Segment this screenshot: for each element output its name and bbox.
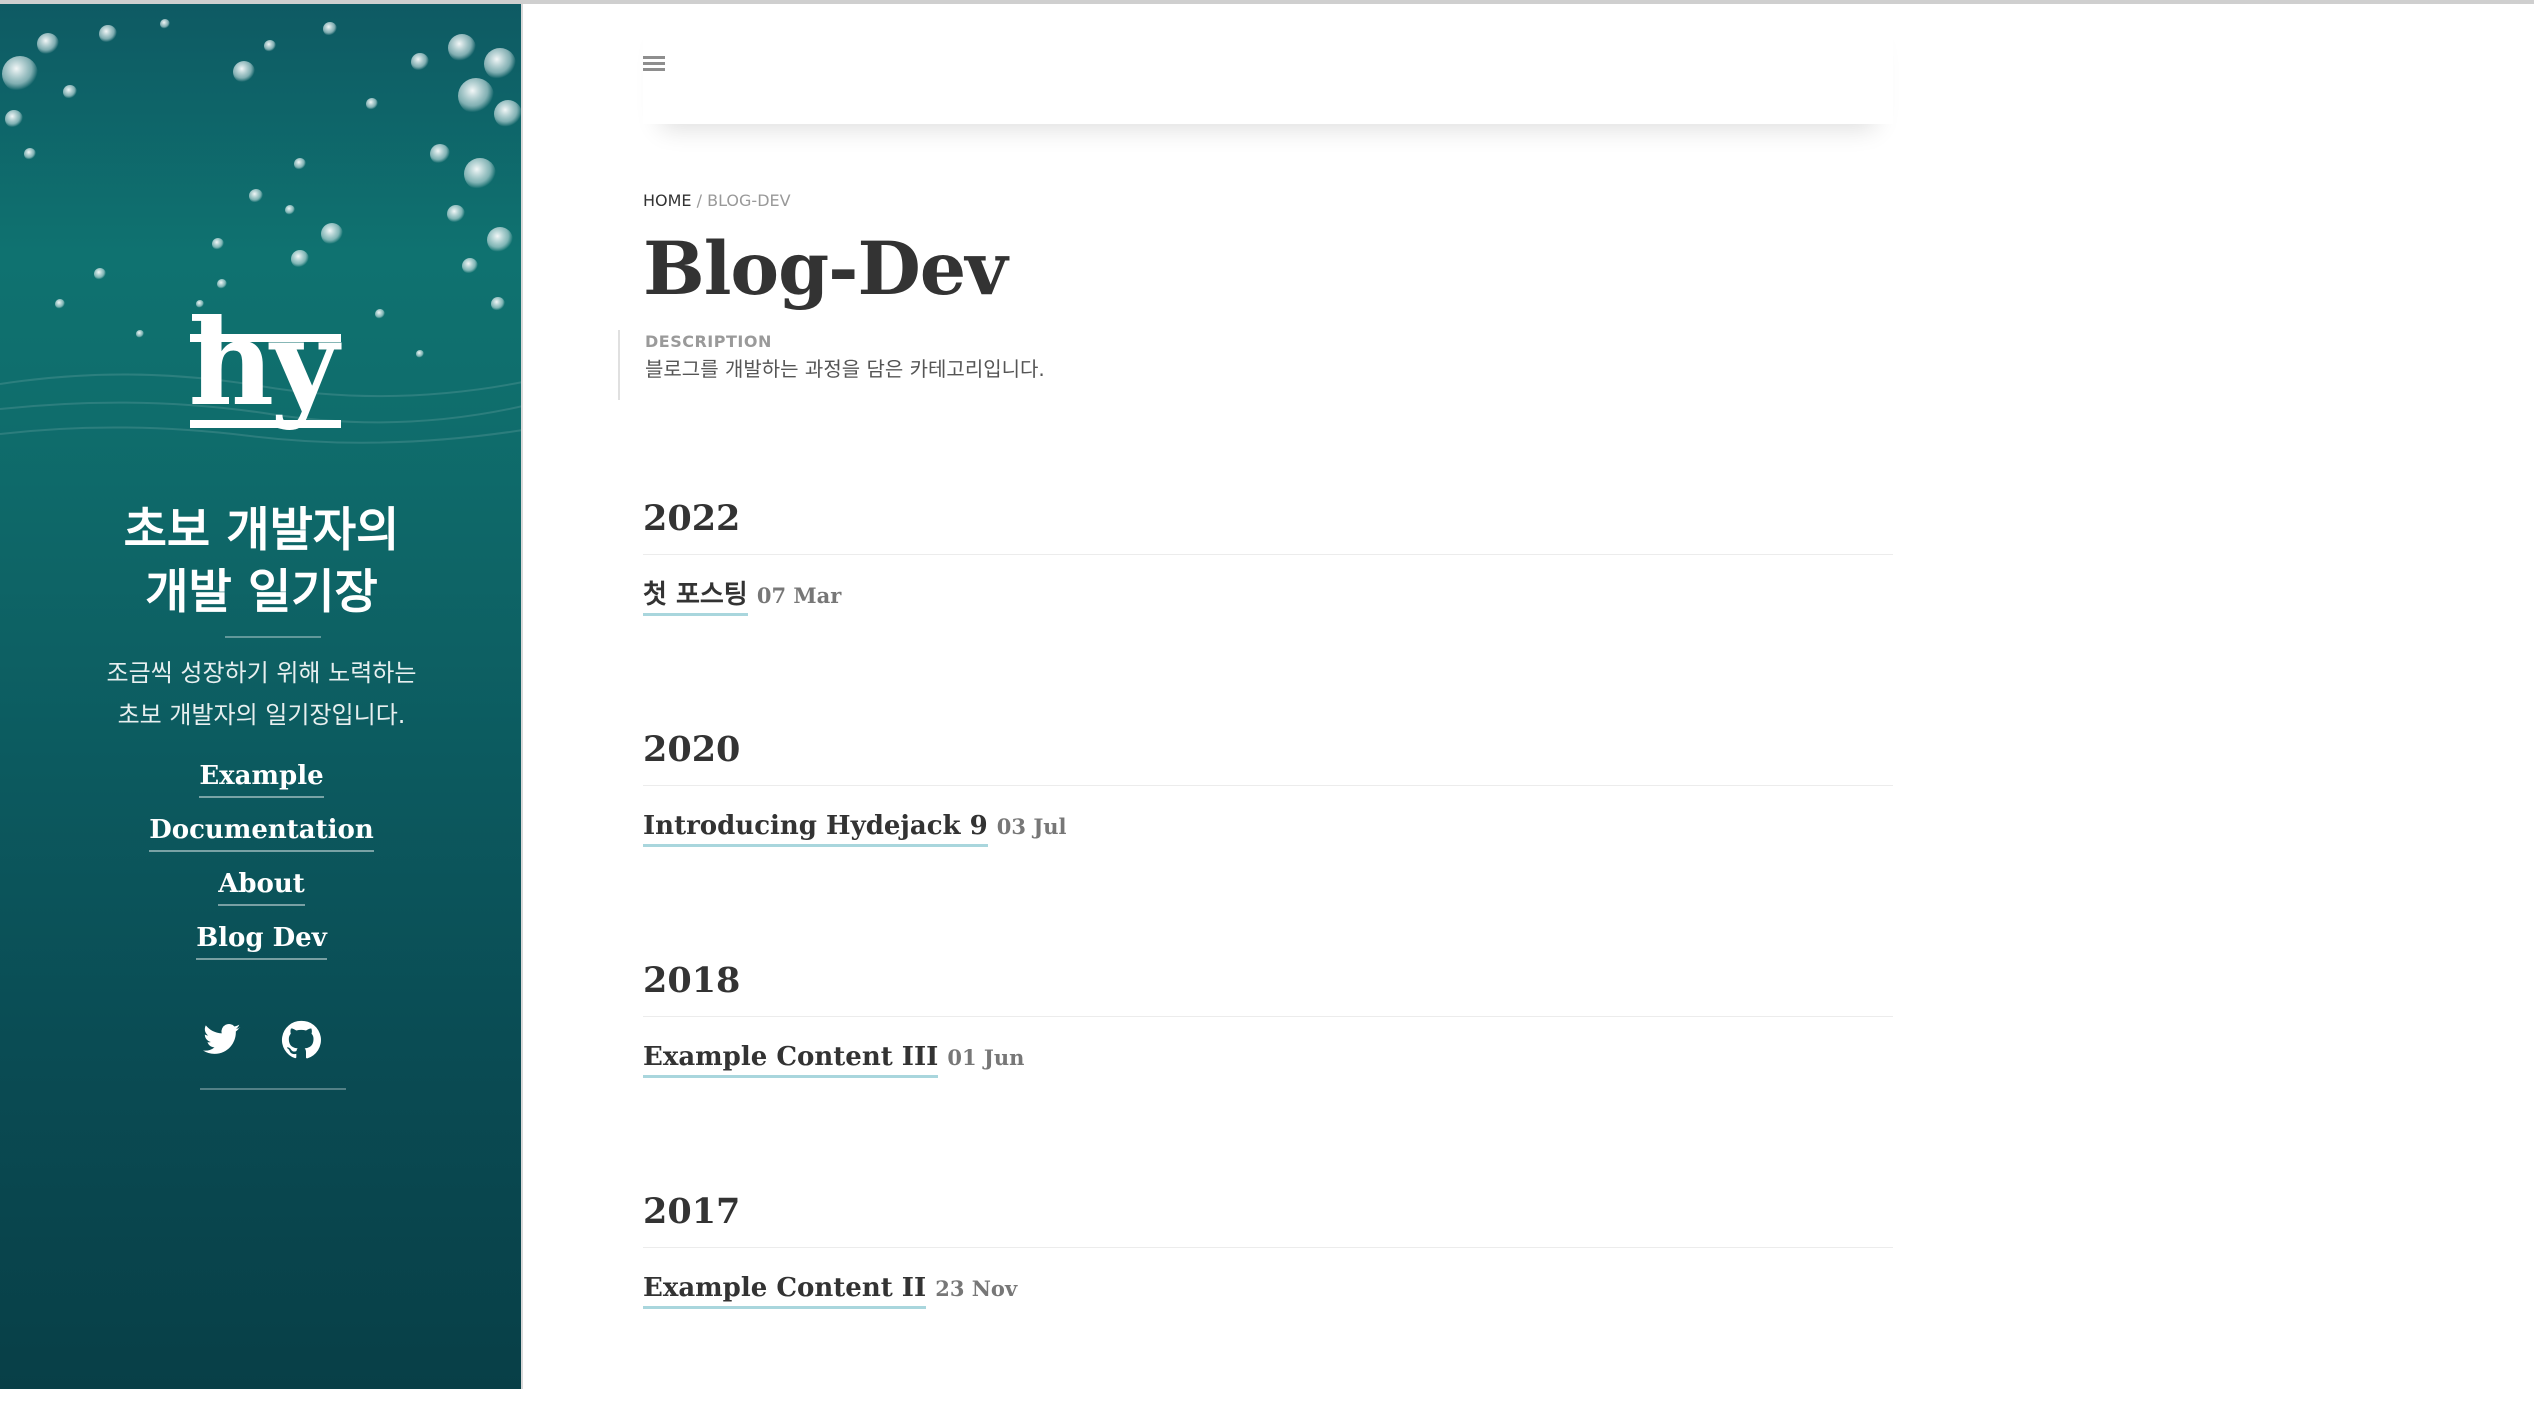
page-title: Blog-Dev <box>643 226 1008 312</box>
post-link[interactable]: Example Content III <box>643 1039 939 1078</box>
sidebar-nav-item: Blog Dev <box>0 918 523 972</box>
browser-page: hy 초보 개발자의 개발 일기장 조금씩 성장하기 위해 노력하는 초보 개발… <box>0 0 2534 1389</box>
site-title-line-2: 개발 일기장 <box>145 565 378 620</box>
post-date: 03 Jul <box>996 814 1067 839</box>
year-group: 2018 Example Content III 01 Jun <box>643 946 1893 1177</box>
sidebar-nav: Example Documentation About Blog Dev <box>0 756 523 972</box>
category-description: DESCRIPTION 블로그를 개발하는 과정을 담은 카테고리입니다. <box>618 330 1045 400</box>
sidebar: hy 초보 개발자의 개발 일기장 조금씩 성장하기 위해 노력하는 초보 개발… <box>0 4 523 1389</box>
year-heading: 2017 <box>643 1177 1893 1248</box>
main-content: HOME / BLOG-DEV Blog-Dev DESCRIPTION 블로그… <box>618 4 1893 1389</box>
post-link[interactable]: 첫 포스팅 <box>643 577 748 616</box>
nav-link-about[interactable]: About <box>218 864 305 906</box>
post-date: 01 Jun <box>947 1045 1025 1070</box>
social-divider <box>200 1088 346 1090</box>
logo-text: hy <box>188 293 338 432</box>
post-link[interactable]: Example Content II <box>643 1270 927 1309</box>
description-text: 블로그를 개발하는 과정을 담은 카테고리입니다. <box>645 357 1045 381</box>
site-logo[interactable]: hy <box>0 304 523 428</box>
top-navbar <box>643 4 1893 124</box>
nav-link-documentation[interactable]: Documentation <box>149 810 374 852</box>
list-item: Example Content II 23 Nov <box>643 1270 1893 1314</box>
site-title[interactable]: 초보 개발자의 개발 일기장 <box>0 500 523 624</box>
year-heading: 2018 <box>643 946 1893 1017</box>
social-links <box>0 1020 523 1064</box>
title-divider <box>225 636 321 638</box>
breadcrumb: HOME / BLOG-DEV <box>643 190 791 212</box>
sidebar-nav-item: Example <box>0 756 523 810</box>
nav-link-blog-dev[interactable]: Blog Dev <box>196 918 327 960</box>
post-link[interactable]: Introducing Hydejack 9 <box>643 808 988 847</box>
nav-link-example[interactable]: Example <box>199 756 324 798</box>
sidebar-nav-item: About <box>0 864 523 918</box>
sidebar-edge <box>521 4 523 1389</box>
post-date: 07 Mar <box>756 583 842 608</box>
breadcrumb-separator: / <box>691 191 708 210</box>
post-archive: 2022 첫 포스팅 07 Mar 2020 Introducing Hydej… <box>643 484 1893 1408</box>
year-group: 2020 Introducing Hydejack 9 03 Jul <box>643 715 1893 946</box>
year-group: 2022 첫 포스팅 07 Mar <box>643 484 1893 715</box>
year-heading: 2020 <box>643 715 1893 786</box>
twitter-icon[interactable] <box>202 1020 242 1060</box>
github-icon[interactable] <box>281 1020 322 1060</box>
year-heading: 2022 <box>643 484 1893 555</box>
list-item: Example Content III 01 Jun <box>643 1039 1893 1083</box>
year-group: 2017 Example Content II 23 Nov <box>643 1177 1893 1408</box>
breadcrumb-current: BLOG-DEV <box>707 191 791 210</box>
site-description-line-1: 조금씩 성장하기 위해 노력하는 <box>106 659 417 687</box>
post-date: 23 Nov <box>935 1276 1018 1301</box>
site-description-line-2: 초보 개발자의 일기장입니다. <box>117 701 406 729</box>
site-title-line-1: 초보 개발자의 <box>123 503 400 558</box>
list-item: Introducing Hydejack 9 03 Jul <box>643 808 1893 852</box>
list-item: 첫 포스팅 07 Mar <box>643 577 1893 621</box>
hamburger-menu-icon[interactable] <box>643 56 665 74</box>
description-label: DESCRIPTION <box>645 332 772 351</box>
breadcrumb-home-link[interactable]: HOME <box>643 191 692 210</box>
sidebar-nav-item: Documentation <box>0 810 523 864</box>
site-description: 조금씩 성장하기 위해 노력하는 초보 개발자의 일기장입니다. <box>0 652 523 736</box>
